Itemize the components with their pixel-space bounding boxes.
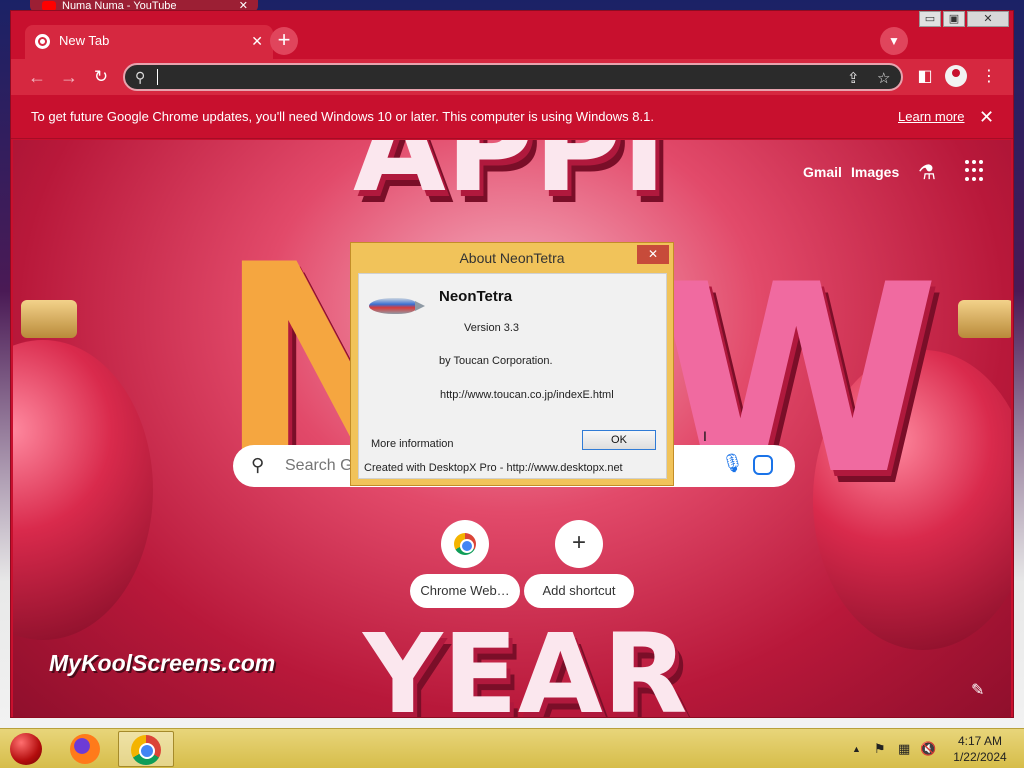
shortcut-label: Chrome Web… [410,574,520,608]
ornament-cap-left-image [21,300,77,338]
tab-close-icon[interactable]: ✕ [251,25,263,57]
shortcut-chrome-web-store[interactable]: Chrome Web… [410,520,520,608]
network-icon[interactable]: ▦ [898,741,910,757]
browser-toolbar: ← → ↻ ⚲ ⇪ ☆ ◧ ⋮ [11,59,1013,95]
chrome-favicon-icon [35,34,50,49]
neon-tetra-fish-icon [369,298,425,314]
search-icon: ⚲ [251,455,265,475]
share-icon[interactable]: ⇪ [847,69,860,87]
taskbar-chrome[interactable] [118,731,174,767]
shortcut-add[interactable]: + Add shortcut [524,520,634,608]
dialog-version: Version 3.3 [464,322,520,334]
tab-title: New Tab [59,33,110,48]
ok-button[interactable]: OK [582,430,656,450]
search-icon: ⚲ [135,69,146,85]
window-controls: ▭ ▣ ✕ [919,11,1009,27]
dialog-author: by Toucan Corporation. [439,355,553,367]
taskbar: ▲ ⚑ ▦ 🔇 4:17 AM 1/22/2024 [0,728,1024,768]
dialog-title: About NeonTetra [459,250,565,266]
taskbar-firefox[interactable] [58,731,114,767]
voice-search-mic-icon[interactable]: 🎙 [721,453,744,474]
update-infobar: To get future Google Chrome updates, you… [11,95,1013,139]
tray-overflow-arrow-icon[interactable]: ▲ [852,744,861,754]
chrome-icon [131,735,161,765]
window-close-button[interactable]: ✕ [967,11,1009,27]
theme-happy-letters-image: APPI [353,140,667,219]
infobar-close-icon[interactable]: ✕ [979,95,994,139]
forward-button[interactable]: → [57,65,81,89]
taskbar-clock[interactable]: 4:17 AM 1/22/2024 [940,733,1020,765]
minimize-button[interactable]: ▭ [919,11,941,27]
theme-year-letters-image: YEAR [363,610,688,717]
action-center-flag-icon[interactable]: ⚑ [874,741,886,757]
about-dialog: About NeonTetra ✕ NeonTetra Version 3.3 … [350,242,674,486]
images-link[interactable]: Images [851,164,899,180]
ornament-left-image [13,340,153,640]
dialog-close-button[interactable]: ✕ [637,245,669,264]
dialog-body: NeonTetra Version 3.3 by Toucan Corporat… [358,273,667,479]
plus-icon: + [555,520,603,568]
profile-avatar-icon[interactable] [945,65,967,87]
infobar-message: To get future Google Chrome updates, you… [31,109,654,124]
address-input[interactable] [155,68,835,86]
side-panel-icon[interactable]: ◧ [913,65,937,89]
address-bar[interactable]: ⚲ ⇪ ☆ [123,63,903,91]
google-lens-icon[interactable] [753,455,773,475]
reload-button[interactable]: ↻ [89,65,113,89]
start-ornament-icon[interactable] [10,733,42,765]
ornament-cap-right-image [958,300,1011,338]
firefox-icon [70,734,100,764]
clock-time: 4:17 AM [957,734,1003,748]
watermark-text: MyKoolScreens.com [49,650,276,676]
volume-muted-icon[interactable]: 🔇 [920,741,936,757]
more-information-link[interactable]: More information [371,438,454,450]
tab-new-tab[interactable]: New Tab ✕ [25,25,273,59]
gmail-link[interactable]: Gmail [803,164,842,180]
customize-pencil-icon[interactable]: ✎ [971,680,984,700]
text-cursor-icon: I [703,428,707,444]
tab-search-chevron-icon[interactable]: ▼ [880,27,908,55]
shortcut-label: Add shortcut [524,574,634,608]
dialog-url-link[interactable]: http://www.toucan.co.jp/indexE.html [440,389,614,401]
learn-more-link[interactable]: Learn more [898,95,964,139]
labs-flask-icon[interactable]: ⚗ [918,160,936,185]
new-tab-button[interactable]: + [270,27,298,55]
tab-strip: New Tab ✕ + ▼ ▭ ▣ ✕ [11,11,1013,59]
bookmark-star-icon[interactable]: ☆ [877,69,890,87]
dialog-app-name: NeonTetra [439,288,513,305]
back-button[interactable]: ← [25,65,49,89]
menu-kebab-icon[interactable]: ⋮ [977,65,1001,89]
google-apps-icon[interactable] [965,160,987,182]
clock-date: 1/22/2024 [953,750,1007,764]
chrome-web-store-icon [441,520,489,568]
maximize-button[interactable]: ▣ [943,11,965,27]
dialog-footer: Created with DesktopX Pro - http://www.d… [364,462,623,474]
